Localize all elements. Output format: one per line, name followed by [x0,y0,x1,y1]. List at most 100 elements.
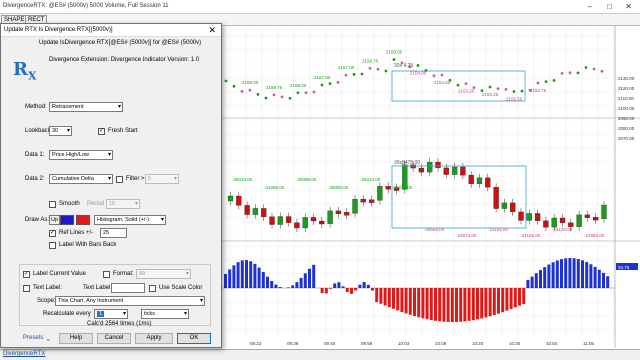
label-bars-back-checkbox[interactable] [49,242,56,249]
workspace-tab-bar: DivergenceRTX [0,349,640,360]
histogram-bar [497,288,500,314]
candlestick [377,186,383,201]
lookback-select[interactable]: 30 ▾ [49,126,72,136]
price-dot [232,84,236,88]
histogram-bar [232,265,236,288]
chevron-down-icon: ▾ [122,311,126,317]
up-color-swatch[interactable] [60,215,74,225]
histogram-bar [492,288,496,315]
price-dot [312,90,316,94]
maximize-icon[interactable]: □ [607,2,612,11]
price-axis-label: 2110.00 [618,96,634,101]
histogram-bar [400,288,404,312]
histogram-bar [429,288,433,321]
calc-count-text: Calc'd 2564 times (1ms) [87,321,152,327]
tab-divergence-rtx[interactable]: DivergenceRTX [3,351,45,357]
data2-select[interactable]: Cumulative Delta ▾ [49,174,113,184]
delta-annotation: -31058.00 [264,185,285,190]
price-dot [240,90,244,93]
lookback-label: Lookback [25,128,51,134]
text-label-checkbox[interactable] [23,285,30,292]
candlestick [269,216,275,225]
dialog-close-icon[interactable]: ✕ [208,25,216,36]
histogram-bar [455,288,458,322]
price-axis-label: 2100.00 [618,106,635,111]
data2-value: Cumulative Delta [52,176,94,182]
filter-value: 5 [148,176,152,182]
histogram-bar [467,288,471,321]
delta-annotation: -24953.00 [584,233,605,238]
chevron-down-icon: ▾ [160,217,164,223]
presets-link[interactable]: Presets [23,335,43,341]
update-rtx-dialog: Update RTX Is Divergence RTX[(5000v)] ✕ … [0,23,222,348]
price-annotation: 2158.00 [386,50,403,55]
histogram-bar [480,288,484,319]
ref-lines-checkbox[interactable]: ✓ [49,230,56,237]
price-dot [336,80,340,84]
price-dot [256,93,260,96]
scope-select[interactable]: This Chart, Any Instrument ▾ [55,296,205,306]
delta-annotation: -28229.00 [392,185,413,190]
histogram-bar [362,282,366,288]
format-select[interactable]: 99 ▾ [136,269,191,279]
draw-style-select[interactable]: Histogram, Solid (+/-) ▾ [94,215,166,225]
candlestick [534,213,541,221]
histogram-bar [526,280,530,288]
candlestick [501,202,508,209]
candlestick [418,167,425,173]
histogram-bar [261,272,265,288]
ref-lines-input[interactable]: 25 [100,228,127,238]
recalc-label: Recalculate every [43,311,91,317]
use-scale-color-checkbox[interactable] [149,285,156,292]
data1-select[interactable]: Price High/Low ▾ [49,150,113,160]
label-current-value-checkbox[interactable]: ✓ [23,271,30,278]
apply-button[interactable]: Apply [135,333,173,344]
chevron-down-icon: ▾ [173,176,177,182]
histogram-bar [240,260,244,288]
window-titlebar: DivergenceRTX: @ES# (5000v) 5000 Volume,… [0,0,640,14]
filter-label: Filter > [126,176,145,182]
candlestick [252,208,259,215]
filter-select[interactable]: 5 ▾ [145,174,179,184]
histogram-bar [337,282,341,288]
method-select[interactable]: Retracement ▾ [49,102,123,112]
price-dot [304,91,308,95]
help-button[interactable]: Help [59,333,93,344]
histogram-bar [371,288,374,291]
price-dot [328,82,332,86]
candlestick [476,177,483,184]
histogram-bar [287,287,290,288]
price-dot [512,90,516,93]
smooth-checkbox[interactable] [49,201,56,208]
delta-up-label: 34.75 [618,265,630,270]
chevron-down-icon[interactable]: ⌄ [45,334,52,343]
fresh-start-checkbox[interactable]: ✓ [98,128,105,135]
time-axis-label: 10:54 [546,341,558,346]
histogram-bar [551,262,555,288]
candlestick [593,217,599,221]
delta-annotation: -29410.00 [232,177,253,182]
recalc-select[interactable]: 1 ▾ [94,309,128,319]
text-label-input[interactable] [111,283,145,293]
data1-value: Price High/Low [52,152,89,158]
candlestick [285,216,292,223]
ok-button[interactable]: OK [177,333,211,344]
close-window-icon[interactable]: ✕ [625,2,632,11]
filter-checkbox[interactable] [116,176,123,183]
data2-label: Data 2: [25,176,45,182]
minimize-icon[interactable]: – [588,2,592,11]
chevron-down-icon: ▾ [66,128,70,134]
price-dot [384,69,388,73]
recalc-unit-select[interactable]: ticks ▾ [141,309,189,319]
histogram-bar [413,288,416,317]
delta-annotation: -26000.00 [328,185,349,190]
histogram-bar [329,288,332,289]
histogram-bar [245,260,248,288]
format-checkbox[interactable] [103,271,110,278]
histogram-bar [236,262,240,288]
candlestick [551,217,557,228]
cancel-button[interactable]: Cancel [97,333,131,344]
down-color-swatch[interactable] [76,215,90,225]
period-select[interactable]: 10 ▾ [106,199,140,209]
histogram-bar [463,288,467,322]
